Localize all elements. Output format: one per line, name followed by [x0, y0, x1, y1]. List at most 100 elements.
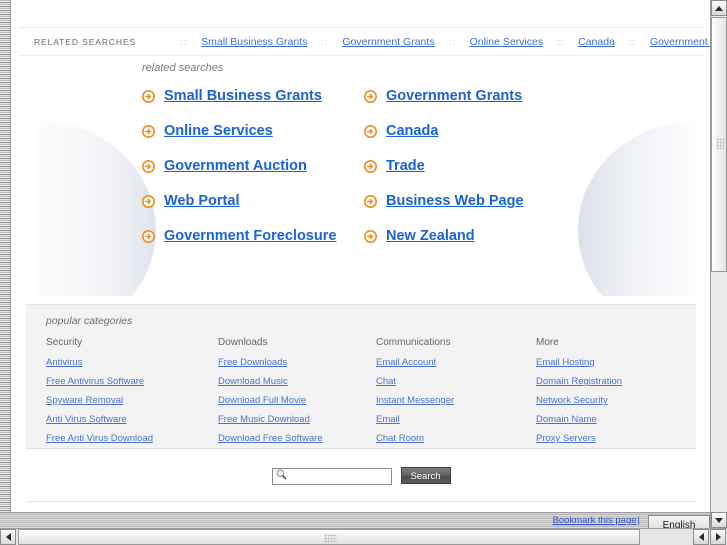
category-link[interactable]: Free Music Download — [218, 414, 310, 425]
separator-icon: :: — [448, 36, 456, 47]
status-bar: Bookmark this page | English — [0, 512, 710, 536]
scroll-down-button[interactable] — [711, 512, 727, 528]
bookmark-this-page-link[interactable]: Bookmark this page — [553, 515, 637, 526]
hero-link-item-9[interactable]: New Zealand — [364, 228, 710, 244]
search-button[interactable]: Search — [400, 467, 451, 484]
category-link[interactable]: Email Account — [376, 357, 436, 368]
circle-arrow-right-icon — [364, 229, 377, 243]
hero-link-label[interactable]: Small Business Grants — [164, 88, 322, 104]
magnifier-icon — [276, 469, 286, 480]
category-heading: Communications — [376, 337, 451, 348]
circle-arrow-right-icon — [142, 89, 155, 103]
scroll-up-button[interactable] — [711, 0, 727, 16]
category-column-downloads: Downloads Free Downloads Download Music … — [218, 337, 376, 452]
hero-link-item-8[interactable]: Government Foreclosure — [142, 228, 364, 244]
triangle-down-icon — [715, 517, 723, 523]
hero-link-item-2[interactable]: Online Services — [142, 123, 364, 139]
search-input[interactable] — [271, 468, 392, 485]
vertical-scrollbar-thumb[interactable] — [711, 17, 727, 272]
separator-icon: :: — [321, 36, 329, 47]
category-column-communications: Communications Email Account Chat Instan… — [376, 337, 536, 452]
hero-caption: related searches — [142, 62, 224, 74]
category-link[interactable]: Free Downloads — [218, 357, 287, 368]
related-search-link-1[interactable]: Government Grants — [342, 36, 434, 48]
popular-categories-grid: Security Antivirus Free Antivirus Softwa… — [46, 337, 696, 452]
browser-window: RELATED SEARCHES :: Small Business Grant… — [0, 0, 727, 545]
window-left-gripper — [0, 0, 11, 512]
category-link[interactable]: Network Security — [536, 395, 608, 406]
separator-icon: :: — [180, 36, 188, 47]
vertical-scrollbar[interactable] — [710, 0, 727, 528]
scroll-left-button[interactable] — [0, 529, 16, 545]
page-top-spacer — [12, 0, 710, 27]
category-link[interactable]: Email — [376, 414, 400, 425]
category-link[interactable]: Free Anti Virus Download — [46, 433, 153, 444]
footer-divider — [26, 501, 696, 502]
related-search-link-0[interactable]: Small Business Grants — [201, 36, 307, 48]
category-heading: Security — [46, 337, 83, 348]
related-search-link-4[interactable]: Government Auction — [650, 36, 710, 48]
hero-link-item-4[interactable]: Government Auction — [142, 158, 364, 174]
hero-link-label[interactable]: Government Auction — [164, 158, 307, 174]
category-link[interactable]: Download Music — [218, 376, 288, 387]
hero-link-item-1[interactable]: Government Grants — [364, 88, 710, 104]
scroll-left-button-secondary[interactable] — [693, 529, 709, 545]
hero-link-item-6[interactable]: Web Portal — [142, 193, 364, 209]
circle-arrow-right-icon — [142, 229, 155, 243]
category-link[interactable]: Download Free Software — [218, 433, 323, 444]
category-link[interactable]: Chat — [376, 376, 396, 387]
circle-arrow-right-icon — [364, 89, 377, 103]
category-link[interactable]: Spyware Removal — [46, 395, 123, 406]
category-link[interactable]: Proxy Servers — [536, 433, 596, 444]
scroll-right-button[interactable] — [710, 529, 726, 545]
related-searches-bar: RELATED SEARCHES :: Small Business Grant… — [19, 27, 710, 56]
bookmark-pipe-separator: | — [637, 515, 640, 526]
category-link[interactable]: Email Hosting — [536, 357, 595, 368]
hero-link-label[interactable]: Government Foreclosure — [164, 228, 336, 244]
hero-link-label[interactable]: Government Grants — [386, 88, 522, 104]
popular-categories-caption: popular categories — [46, 315, 133, 327]
related-search-link-3[interactable]: Canada — [578, 36, 615, 48]
related-searches-grid: Small Business Grants Government Grants — [142, 88, 710, 244]
category-heading: Downloads — [218, 337, 268, 348]
category-link[interactable]: Download Full Movie — [218, 395, 306, 406]
separator-icon: :: — [628, 36, 636, 47]
category-heading: More — [536, 337, 559, 348]
scrollbar-grip-icon — [716, 138, 724, 149]
category-link[interactable]: Instant Messenger — [376, 395, 454, 406]
horizontal-scrollbar-thumb[interactable] — [18, 529, 640, 545]
category-link[interactable]: Domain Registration — [536, 376, 622, 387]
triangle-up-icon — [715, 5, 723, 11]
category-link[interactable]: Antivirus — [46, 357, 82, 368]
separator-icon: :: — [557, 36, 565, 47]
circle-arrow-right-icon — [364, 124, 377, 138]
category-link[interactable]: Free Antivirus Software — [46, 376, 144, 387]
related-searches-label: RELATED SEARCHES — [34, 36, 137, 47]
triangle-left-icon — [5, 533, 11, 541]
circle-arrow-right-icon — [364, 194, 377, 208]
hero-link-item-0[interactable]: Small Business Grants — [142, 88, 364, 104]
category-column-security: Security Antivirus Free Antivirus Softwa… — [46, 337, 218, 452]
category-link[interactable]: Domain Name — [536, 414, 597, 425]
hero-link-item-7[interactable]: Business Web Page — [364, 193, 710, 209]
popular-categories-panel: popular categories Security Antivirus Fr… — [26, 304, 696, 449]
category-link[interactable]: Anti Virus Software — [46, 414, 127, 425]
related-searches-hero: related searches Small Business Grants G… — [12, 56, 710, 296]
triangle-right-icon — [715, 533, 721, 541]
triangle-left-icon — [698, 533, 704, 541]
related-search-link-2[interactable]: Online Services — [470, 36, 544, 48]
horizontal-scrollbar[interactable] — [0, 528, 727, 545]
search-row: Search — [12, 466, 710, 485]
category-link[interactable]: Chat Room — [376, 433, 424, 444]
hero-link-label[interactable]: New Zealand — [386, 228, 475, 244]
hero-link-item-3[interactable]: Canada — [364, 123, 710, 139]
hero-link-label[interactable]: Business Web Page — [386, 193, 524, 209]
circle-arrow-right-icon — [364, 159, 377, 173]
hero-link-label[interactable]: Trade — [386, 158, 425, 174]
hero-link-item-5[interactable]: Trade — [364, 158, 710, 174]
hero-link-label[interactable]: Online Services — [164, 123, 273, 139]
hero-link-label[interactable]: Web Portal — [164, 193, 239, 209]
category-column-more: More Email Hosting Domain Registration N… — [536, 337, 696, 452]
hero-link-label[interactable]: Canada — [386, 123, 438, 139]
scrollbar-grip-icon — [324, 534, 337, 542]
